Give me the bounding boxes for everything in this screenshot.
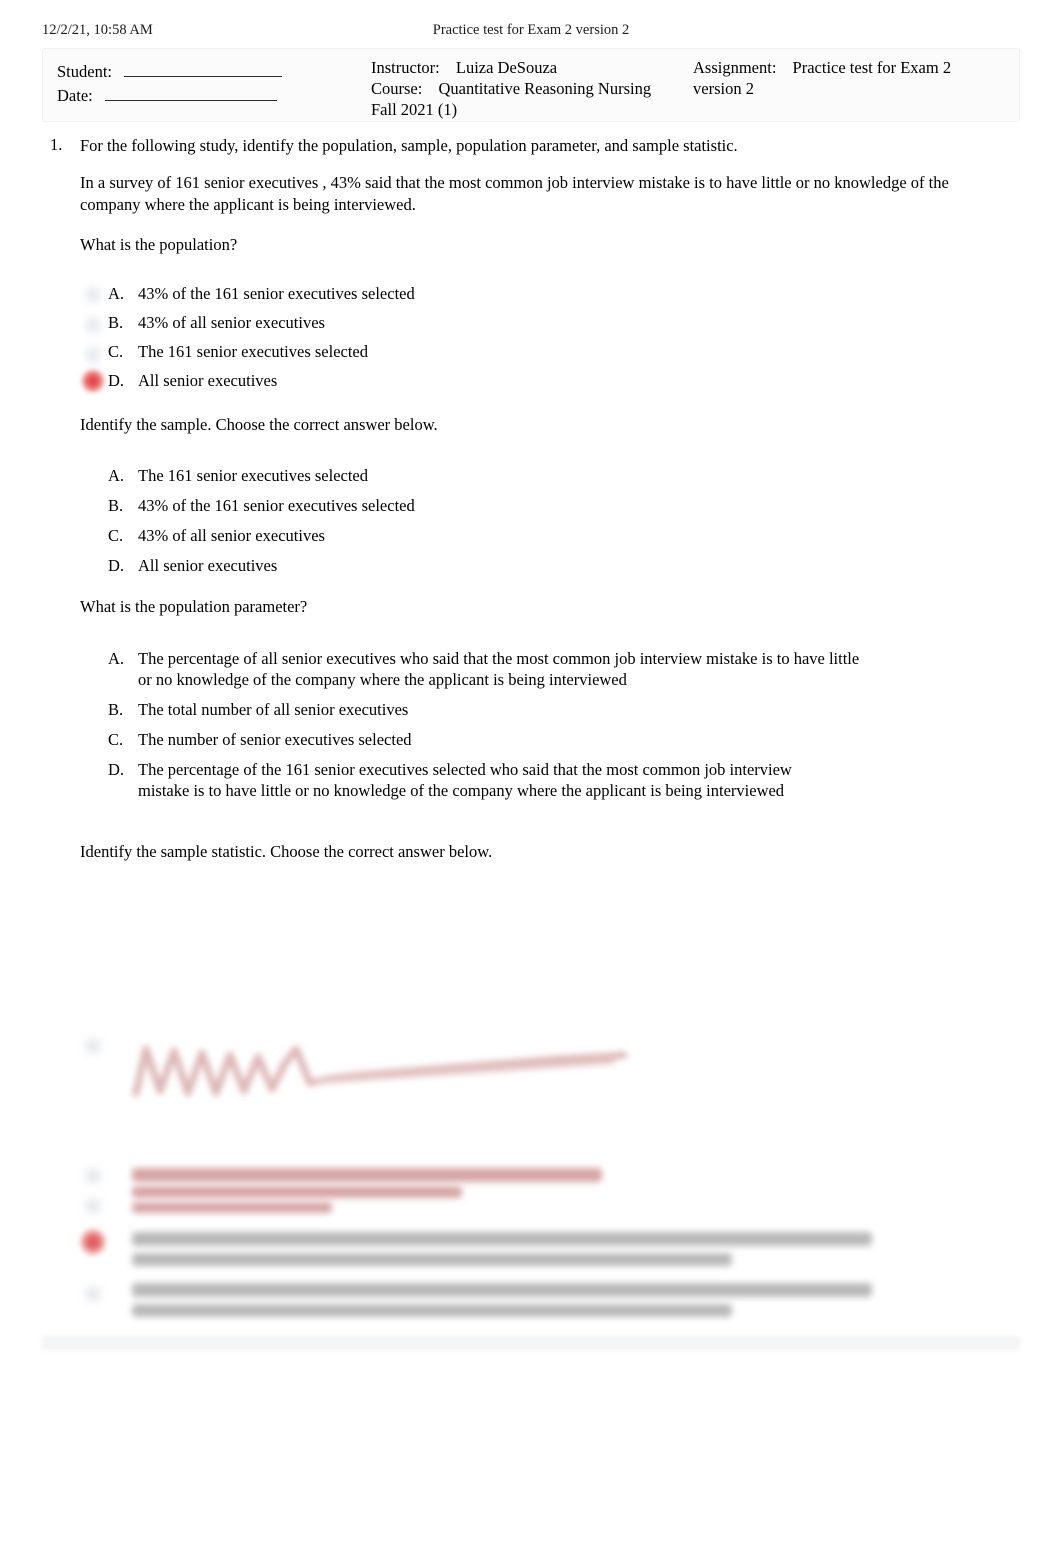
redacted-line-7 — [132, 1304, 732, 1317]
part-2-prompt: Identify the sample. Choose the correct … — [80, 415, 438, 434]
option-2a-letter: A. — [108, 466, 125, 485]
instructor-value: Luiza DeSouza — [455, 58, 558, 77]
part-3-prompt: What is the population parameter? — [80, 597, 308, 616]
redacted-line-4 — [132, 1232, 872, 1246]
course-value-continuation: Fall 2021 (1) — [371, 100, 458, 119]
assignment-row: Assignment: Practice test for Exam 2 — [693, 57, 1013, 78]
date-blank[interactable] — [104, 87, 277, 101]
option-3d[interactable]: D. The percentage of the 161 senior exec… — [108, 759, 838, 801]
scenario-paragraph: In a survey of 161 senior executives , 4… — [80, 173, 949, 214]
option-3c-text: The number of senior executives selected — [138, 730, 412, 749]
question-stem: For the following study, identify the po… — [80, 136, 738, 155]
option-2c[interactable]: C. 43% of all senior executives — [108, 525, 988, 546]
option-3c-letter: C. — [108, 730, 124, 749]
date-field-row: Date: — [57, 85, 367, 106]
assignment-label: Assignment: — [693, 58, 777, 77]
redacted-line-6 — [132, 1283, 872, 1297]
redacted-marker-pale-top — [82, 1036, 104, 1056]
option-1b-text: 43% of all senior executives — [138, 313, 325, 332]
option-3b-letter: B. — [108, 700, 124, 719]
page-footer-band — [42, 1336, 1020, 1350]
part-1-prompt: What is the population? — [80, 235, 238, 254]
option-2a-text: The 161 senior executives selected — [138, 466, 368, 485]
redacted-line-5 — [132, 1253, 732, 1266]
handwritten-scribble — [132, 1035, 632, 1103]
instructor-row: Instructor: Luiza DeSouza — [371, 57, 691, 78]
assignment-value: Practice test for Exam 2 — [792, 58, 952, 77]
course-label: Course: — [371, 79, 423, 98]
option-2d-letter: D. — [108, 556, 125, 575]
option-3d-text: The percentage of the 161 senior executi… — [138, 760, 792, 800]
option-2d-text: All senior executives — [138, 556, 278, 575]
option-3b-text: The total number of all senior executive… — [138, 700, 409, 719]
assignment-value-continuation: version 2 — [693, 79, 754, 98]
selected-answer-marker-1d[interactable] — [81, 369, 105, 393]
option-2a[interactable]: A. The 161 senior executives selected — [108, 465, 988, 486]
student-label: Student: — [57, 62, 113, 81]
option-1c-letter: C. — [108, 342, 124, 361]
option-1b-letter: B. — [108, 313, 124, 332]
option-1a-letter: A. — [108, 284, 125, 303]
print-header: 12/2/21, 10:58 AM Practice test for Exam… — [0, 22, 1062, 42]
date-label: Date: — [57, 86, 93, 105]
instructor-label: Instructor: — [371, 58, 440, 77]
option-1c-text: The 161 senior executives selected — [138, 342, 368, 361]
part-4-prompt: Identify the sample statistic. Choose th… — [80, 842, 493, 861]
assignment-info-column: Assignment: Practice test for Exam 2 ver… — [693, 57, 1013, 99]
option-3d-letter: D. — [108, 760, 125, 779]
redacted-line-2 — [132, 1186, 462, 1198]
redacted-marker-pale-a — [82, 1166, 104, 1186]
option-1c[interactable]: C. The 161 senior executives selected — [108, 341, 988, 362]
option-3b[interactable]: B. The total number of all senior execut… — [108, 699, 868, 720]
course-value: Quantitative Reasoning Nursing — [438, 79, 652, 98]
option-2c-letter: C. — [108, 526, 124, 545]
option-3a[interactable]: A. The percentage of all senior executiv… — [108, 648, 868, 690]
part-3-options: A. The percentage of all senior executiv… — [108, 648, 868, 810]
redacted-line-3 — [132, 1202, 332, 1213]
option-3a-letter: A. — [108, 649, 125, 668]
answer-marker-1a — [84, 284, 102, 306]
option-2b[interactable]: B. 43% of the 161 senior executives sele… — [108, 495, 988, 516]
redacted-selected-marker[interactable] — [80, 1228, 106, 1256]
answer-marker-1c — [84, 344, 102, 366]
part-1-options: A. 43% of the 161 senior executives sele… — [108, 283, 988, 399]
course-info-column: Instructor: Luiza DeSouza Course: Quanti… — [371, 57, 691, 120]
option-2d[interactable]: D. All senior executives — [108, 555, 988, 576]
option-2c-text: 43% of all senior executives — [138, 526, 325, 545]
option-1d-letter: D. — [108, 371, 125, 390]
redacted-line-1 — [132, 1168, 602, 1182]
student-info-column: Student: Date: — [57, 61, 367, 109]
assignment-info-box: Student: Date: Instructor: Luiza DeSouza… — [42, 48, 1020, 122]
document-title: Practice test for Exam 2 version 2 — [432, 22, 630, 38]
option-1a-text: 43% of the 161 senior executives selecte… — [138, 284, 415, 303]
option-3a-text: The percentage of all senior executives … — [138, 649, 860, 689]
option-1b[interactable]: B. 43% of all senior executives — [108, 312, 988, 333]
option-1a[interactable]: A. 43% of the 161 senior executives sele… — [108, 283, 988, 304]
option-2b-text: 43% of the 161 senior executives selecte… — [138, 496, 415, 515]
student-field-row: Student: — [57, 61, 367, 82]
option-1d-text: All senior executives — [138, 371, 278, 390]
student-name-blank[interactable] — [124, 63, 283, 77]
question-number: 1. — [50, 135, 63, 154]
answer-marker-1b — [84, 314, 102, 336]
option-1d[interactable]: D. All senior executives — [108, 370, 988, 391]
redacted-marker-pale-b — [82, 1196, 104, 1216]
option-2b-letter: B. — [108, 496, 124, 515]
course-row: Course: Quantitative Reasoning Nursing — [371, 78, 691, 99]
part-2-options: A. The 161 senior executives selected B.… — [108, 465, 988, 585]
option-3c[interactable]: C. The number of senior executives selec… — [108, 729, 868, 750]
redacted-marker-pale-c — [82, 1284, 104, 1304]
